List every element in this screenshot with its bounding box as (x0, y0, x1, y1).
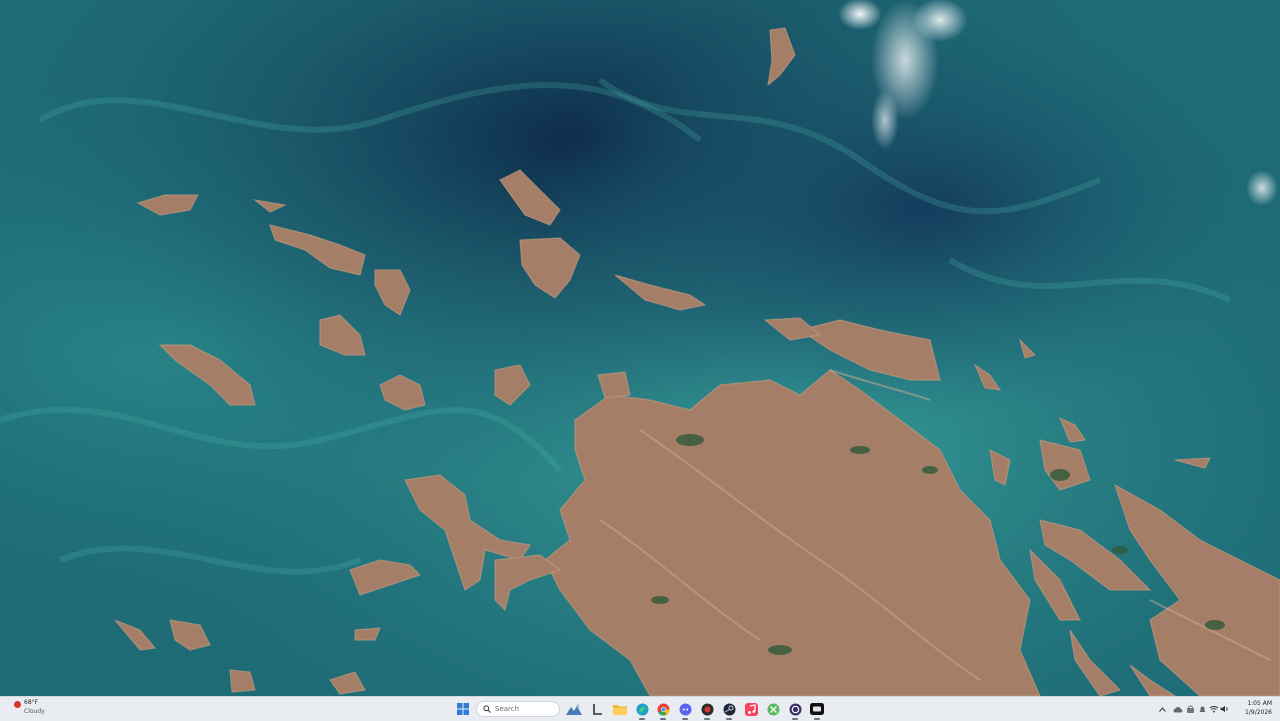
weather-temperature: 68°F (24, 699, 39, 706)
vpn-icon[interactable] (1184, 703, 1196, 715)
system-tray: 1:05 AM 1/9/2026 (1150, 697, 1280, 721)
tv-app[interactable] (808, 700, 826, 720)
terminal-icon (593, 704, 602, 715)
steam-app[interactable] (720, 700, 738, 720)
taskbar-apps (452, 697, 832, 721)
discord-icon (679, 703, 691, 715)
chrome-app[interactable] (654, 700, 672, 720)
xbox-app[interactable] (764, 700, 782, 718)
search-icon (483, 705, 491, 713)
desktop-wallpaper (0, 0, 1280, 696)
music-app[interactable] (742, 700, 760, 718)
search-input[interactable] (495, 705, 555, 713)
clock-date: 1/9/2026 (1245, 709, 1272, 716)
tv-icon (810, 703, 824, 715)
bell-icon[interactable] (1196, 703, 1208, 715)
search-box[interactable] (476, 701, 560, 717)
obs-icon (789, 703, 801, 715)
file-explorer-app[interactable] (611, 700, 629, 718)
windows-logo-icon (457, 703, 469, 715)
steam-icon (723, 703, 735, 715)
weather-condition: Cloudy (24, 708, 45, 715)
edge-app[interactable] (633, 700, 651, 720)
clock[interactable]: 1:05 AM 1/9/2026 (1230, 699, 1272, 717)
weather-widget[interactable]: 68°F Cloudy (10, 697, 70, 721)
discord-app[interactable] (676, 700, 694, 720)
chrome-icon (657, 703, 669, 716)
terminal-app[interactable] (589, 700, 607, 718)
weather-alert-icon (14, 701, 21, 708)
show-desktop-button[interactable] (1274, 704, 1278, 716)
obs-app[interactable] (786, 700, 804, 720)
widgets-app[interactable] (565, 700, 583, 718)
landscape-icon (566, 704, 582, 715)
xbox-icon (767, 703, 779, 715)
folder-icon (613, 705, 627, 715)
edge-icon (636, 703, 648, 715)
chevron-up-icon[interactable] (1156, 703, 1168, 715)
taskbar: 68°F Cloudy Search 1:05 AM 1/9/2026 (0, 696, 1280, 721)
cloud-icon[interactable] (1172, 703, 1184, 715)
music-icon (744, 702, 758, 716)
media-icon (701, 703, 713, 715)
start-button[interactable] (454, 700, 472, 718)
clock-time: 1:05 AM (1247, 700, 1272, 707)
media-app[interactable] (698, 700, 716, 720)
